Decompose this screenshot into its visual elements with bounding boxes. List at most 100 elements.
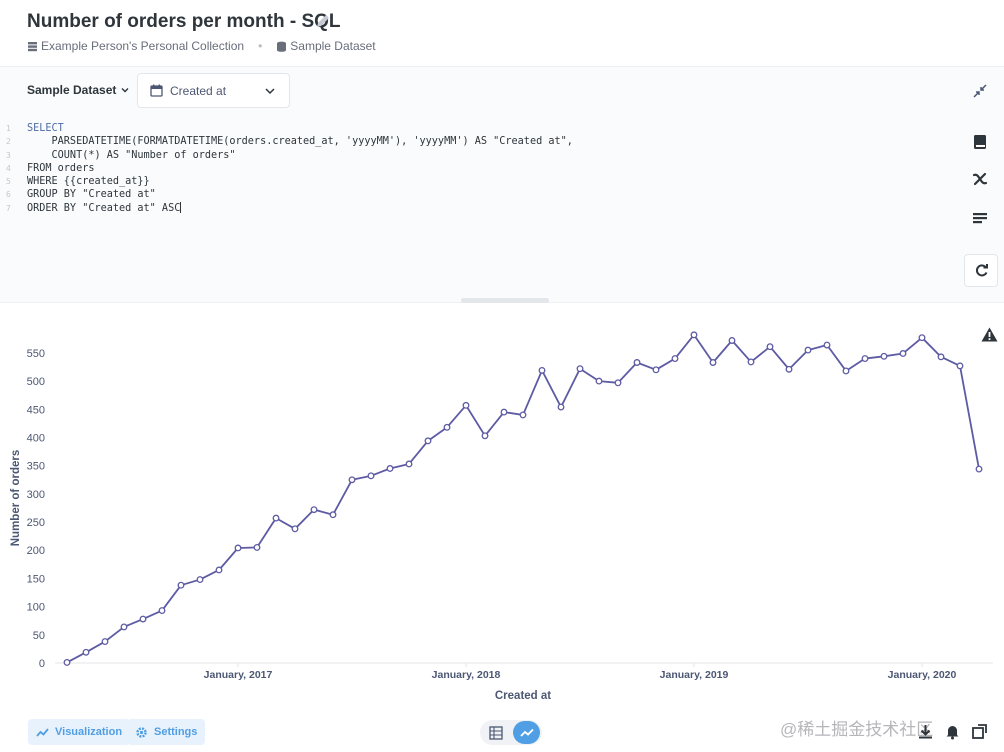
sql-code-editor[interactable]: 1 SELECT 2 PARSEDATETIME(FORMATDATETIME(o… [0,122,950,215]
refresh-icon [975,264,988,277]
code-text: GROUP BY "Created at" [27,189,156,201]
download-icon[interactable] [917,723,934,740]
visualization-button-label: Visualization [55,726,123,738]
bell-icon[interactable] [944,723,961,740]
pencil-icon[interactable] [314,12,332,30]
y-tick-label: 400 [27,432,45,444]
data-point [633,359,641,366]
data-point [272,514,280,522]
database-icon [277,41,287,52]
data-point [652,366,660,374]
collection-name: Example Person's Personal Collection [41,39,245,53]
snippets-button[interactable] [966,204,994,232]
data-point [481,432,489,440]
code-text: FROM orders [27,162,95,174]
y-tick-label: 150 [27,573,45,585]
data-point [82,648,90,656]
calendar-icon [150,84,163,97]
data-point [158,607,166,615]
snippet-lines-icon [973,213,987,224]
data-point [177,581,185,589]
y-tick-label: 300 [27,489,45,501]
settings-button[interactable]: Settings [127,719,206,745]
data-point [424,437,432,445]
data-point [519,411,527,419]
data-point [614,379,622,387]
data-point [215,566,223,574]
question-title[interactable]: Number of orders per month - SQL [27,11,341,33]
data-point [842,367,850,375]
code-line-4: 4 FROM orders [0,162,950,175]
variables-button[interactable] [966,165,994,193]
created-at-filter-widget[interactable]: Created at [137,73,290,108]
y-tick-label: 200 [27,545,45,557]
gear-icon [136,726,147,738]
share-icon[interactable] [971,723,988,740]
data-point [120,623,128,631]
database-picker[interactable]: Sample Dataset [27,83,129,97]
y-tick-label: 450 [27,404,45,416]
data-point [709,359,717,366]
collection-icon [28,41,37,51]
data-point [196,576,204,584]
data-point [253,543,261,551]
collapse-editor-icon[interactable] [972,83,988,99]
code-text: SELECT [27,123,64,134]
view-toggle [480,720,542,745]
text-cursor [180,201,182,213]
data-point [234,544,242,552]
dataset-link[interactable]: Sample Dataset [276,39,376,53]
breadcrumb-separator: • [258,39,263,53]
data-point [291,525,299,533]
table-icon[interactable] [489,726,503,740]
data-point [367,472,375,480]
data-point [348,476,356,484]
data-reference-button[interactable] [966,128,994,156]
data-point [595,377,603,385]
x-tick-label: January, 2018 [432,669,501,681]
breadcrumb: Example Person's Personal Collection • S… [27,39,376,53]
data-point [405,460,413,468]
data-point [557,403,565,411]
y-tick-label: 500 [27,376,45,388]
code-text: WHERE {{created_at}} [27,176,150,188]
line-number: 5 [6,177,11,187]
x-tick-label: January, 2017 [204,669,273,681]
y-tick-label: 50 [33,630,45,642]
footer-actions [917,723,988,740]
chart-view-toggle[interactable] [513,721,540,744]
database-picker-label: Sample Dataset [27,83,117,97]
line-number: 3 [6,150,11,160]
data-point [63,658,71,666]
data-point [804,346,812,354]
collection-link[interactable]: Example Person's Personal Collection [27,39,244,53]
code-line-7: 7 ORDER BY "Created at" ASC [0,201,950,215]
data-point [443,423,451,431]
code-text: ORDER BY "Created at" ASC [27,202,181,214]
chevron-down-icon [265,88,275,95]
code-text: COUNT(*) AS "Number of orders" [27,149,236,161]
data-point [937,353,945,361]
code-line-1: 1 SELECT [0,122,950,135]
warning-icon[interactable] [981,327,998,342]
run-query-button[interactable] [964,254,998,287]
code-text: PARSEDATETIME(FORMATDATETIME(orders.crea… [27,136,573,148]
data-point [576,365,584,373]
y-tick-label: 0 [39,658,45,670]
visualization-button[interactable]: Visualization [28,719,131,745]
data-point [861,355,869,363]
chevron-down-icon [121,88,129,93]
y-tick-label: 250 [27,517,45,529]
line-number: 2 [6,137,11,147]
y-tick-label: 100 [27,602,45,614]
filter-widget-label: Created at [170,83,227,98]
line-chart-icon [36,727,49,737]
chart-svg: 0 50 100 150 200 250 300 350 400 450 500 550 Number … [10,331,993,702]
line-chart: 0 50 100 150 200 250 300 350 400 450 500 550 Number … [0,303,1004,711]
data-point [728,337,736,344]
data-point [139,615,147,623]
dataset-name: Sample Dataset [290,39,376,53]
data-point [329,511,337,519]
data-point [975,465,983,473]
data-point [690,331,698,339]
